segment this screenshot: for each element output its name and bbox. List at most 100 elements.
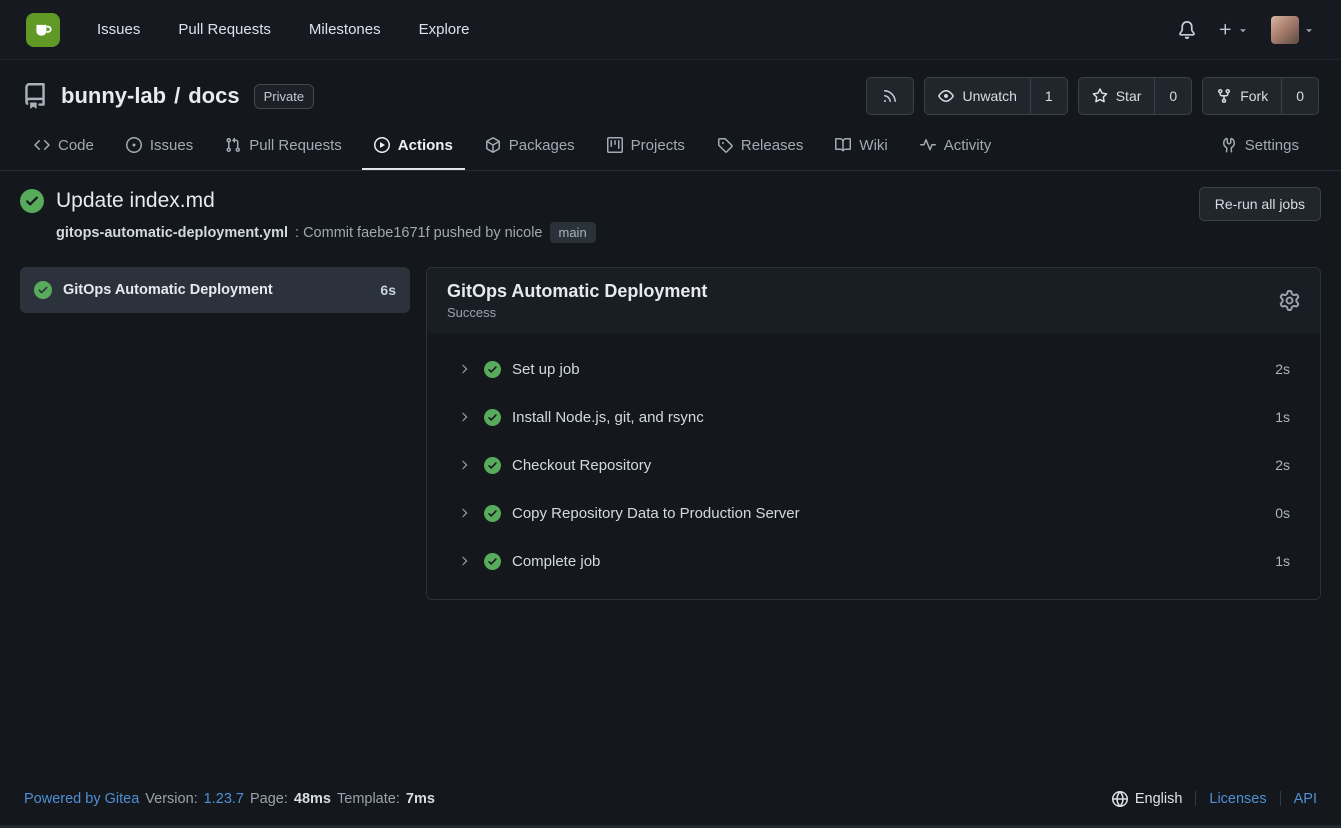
step-row[interactable]: Copy Repository Data to Production Serve… xyxy=(427,489,1320,537)
job-name: GitOps Automatic Deployment xyxy=(63,282,273,298)
forks-count[interactable]: 0 xyxy=(1281,78,1318,114)
step-name: Copy Repository Data to Production Serve… xyxy=(512,505,800,522)
template-time-value: 7ms xyxy=(406,791,435,807)
tab-projects[interactable]: Projects xyxy=(595,122,697,170)
api-link[interactable]: API xyxy=(1294,791,1317,807)
user-menu-button[interactable] xyxy=(1271,16,1315,44)
watchers-count[interactable]: 1 xyxy=(1030,78,1067,114)
nav-issues[interactable]: Issues xyxy=(78,0,159,60)
chevron-right-icon xyxy=(457,506,471,520)
tab-releases-label: Releases xyxy=(741,137,804,154)
nav-milestones[interactable]: Milestones xyxy=(290,0,400,60)
tab-wiki[interactable]: Wiki xyxy=(823,122,899,170)
star-button-group: Star 0 xyxy=(1078,77,1192,115)
chevron-down-icon xyxy=(1237,24,1249,36)
unwatch-label: Unwatch xyxy=(962,88,1016,104)
globe-icon xyxy=(1112,791,1128,807)
step-row[interactable]: Checkout Repository 2s xyxy=(427,441,1320,489)
private-badge: Private xyxy=(254,84,314,109)
repo-path-separator: / xyxy=(174,83,180,109)
licenses-link[interactable]: Licenses xyxy=(1209,791,1266,807)
run-commit-text: : Commit faebe1671f pushed by nicole xyxy=(295,225,542,241)
package-icon xyxy=(485,137,501,153)
fork-button-group: Fork 0 xyxy=(1202,77,1319,115)
jobs-sidebar: GitOps Automatic Deployment 6s xyxy=(20,267,410,313)
rss-feed-button[interactable] xyxy=(866,77,914,115)
version-label: Version: xyxy=(145,791,197,807)
create-new-button[interactable] xyxy=(1218,22,1249,37)
chevron-right-icon xyxy=(457,362,471,376)
workflow-file-name: gitops-automatic-deployment.yml xyxy=(56,225,288,241)
fork-label: Fork xyxy=(1240,88,1268,104)
issue-icon xyxy=(126,137,142,153)
tab-releases[interactable]: Releases xyxy=(705,122,816,170)
unwatch-button[interactable]: Unwatch xyxy=(925,78,1029,114)
repo-name-link[interactable]: docs xyxy=(188,83,239,109)
play-circle-icon xyxy=(374,137,390,153)
fork-icon xyxy=(1216,88,1232,104)
star-button[interactable]: Star xyxy=(1079,78,1155,114)
rerun-all-jobs-button[interactable]: Re-run all jobs xyxy=(1199,187,1321,221)
step-success-check-icon xyxy=(484,553,501,570)
gear-icon xyxy=(1279,290,1300,311)
powered-by-gitea-link[interactable]: Powered by Gitea xyxy=(24,791,139,807)
plus-icon xyxy=(1218,22,1233,37)
step-success-check-icon xyxy=(484,505,501,522)
tools-icon xyxy=(1221,137,1237,153)
tab-issues-label: Issues xyxy=(150,137,193,154)
job-list-item[interactable]: GitOps Automatic Deployment 6s xyxy=(20,267,410,313)
chevron-right-icon xyxy=(457,410,471,424)
tab-issues[interactable]: Issues xyxy=(114,122,205,170)
step-name: Set up job xyxy=(512,361,580,378)
nav-pull-requests[interactable]: Pull Requests xyxy=(159,0,290,60)
tab-projects-label: Projects xyxy=(631,137,685,154)
tab-packages-label: Packages xyxy=(509,137,575,154)
star-label: Star xyxy=(1116,88,1142,104)
page-footer: Powered by Gitea Version: 1.23.7 Page: 4… xyxy=(0,772,1341,828)
job-detail-panel: GitOps Automatic Deployment Success Set … xyxy=(426,267,1321,600)
tag-icon xyxy=(717,137,733,153)
chevron-right-icon xyxy=(457,554,471,568)
code-icon xyxy=(34,137,50,153)
step-duration: 0s xyxy=(1275,505,1290,521)
tabs-spacer xyxy=(1011,122,1209,170)
book-icon xyxy=(835,137,851,153)
user-avatar xyxy=(1271,16,1299,44)
tab-actions-label: Actions xyxy=(398,137,453,154)
repo-tabs: Code Issues Pull Requests Actions Packag… xyxy=(22,122,1319,170)
step-row[interactable]: Complete job 1s xyxy=(427,537,1320,585)
tab-packages[interactable]: Packages xyxy=(473,122,587,170)
stars-count[interactable]: 0 xyxy=(1154,78,1191,114)
fork-button[interactable]: Fork xyxy=(1203,78,1281,114)
version-link[interactable]: 1.23.7 xyxy=(204,791,244,807)
step-row[interactable]: Install Node.js, git, and rsync 1s xyxy=(427,393,1320,441)
language-selector[interactable]: English xyxy=(1112,791,1183,807)
tab-pull-requests[interactable]: Pull Requests xyxy=(213,122,354,170)
branch-badge[interactable]: main xyxy=(550,222,596,243)
pull-request-icon xyxy=(225,137,241,153)
step-duration: 1s xyxy=(1275,553,1290,569)
job-duration: 6s xyxy=(380,282,396,298)
job-panel-title: GitOps Automatic Deployment xyxy=(447,281,707,302)
tab-wiki-label: Wiki xyxy=(859,137,887,154)
eye-icon xyxy=(938,88,954,104)
step-success-check-icon xyxy=(484,361,501,378)
notifications-button[interactable] xyxy=(1178,21,1196,39)
step-duration: 2s xyxy=(1275,361,1290,377)
tab-code[interactable]: Code xyxy=(22,122,106,170)
footer-divider xyxy=(1280,791,1281,806)
tab-actions[interactable]: Actions xyxy=(362,122,465,170)
gitea-logo[interactable] xyxy=(26,13,60,47)
nav-explore[interactable]: Explore xyxy=(400,0,489,60)
step-duration: 2s xyxy=(1275,457,1290,473)
bell-icon xyxy=(1178,21,1196,39)
repo-owner-link[interactable]: bunny-lab xyxy=(61,83,166,109)
language-label: English xyxy=(1135,791,1183,807)
repo-icon xyxy=(22,83,48,109)
job-options-button[interactable] xyxy=(1279,290,1300,311)
project-board-icon xyxy=(607,137,623,153)
topnav-links: Issues Pull Requests Milestones Explore xyxy=(78,0,488,60)
tab-activity[interactable]: Activity xyxy=(908,122,1004,170)
tab-settings[interactable]: Settings xyxy=(1209,122,1311,170)
step-row[interactable]: Set up job 2s xyxy=(427,345,1320,393)
